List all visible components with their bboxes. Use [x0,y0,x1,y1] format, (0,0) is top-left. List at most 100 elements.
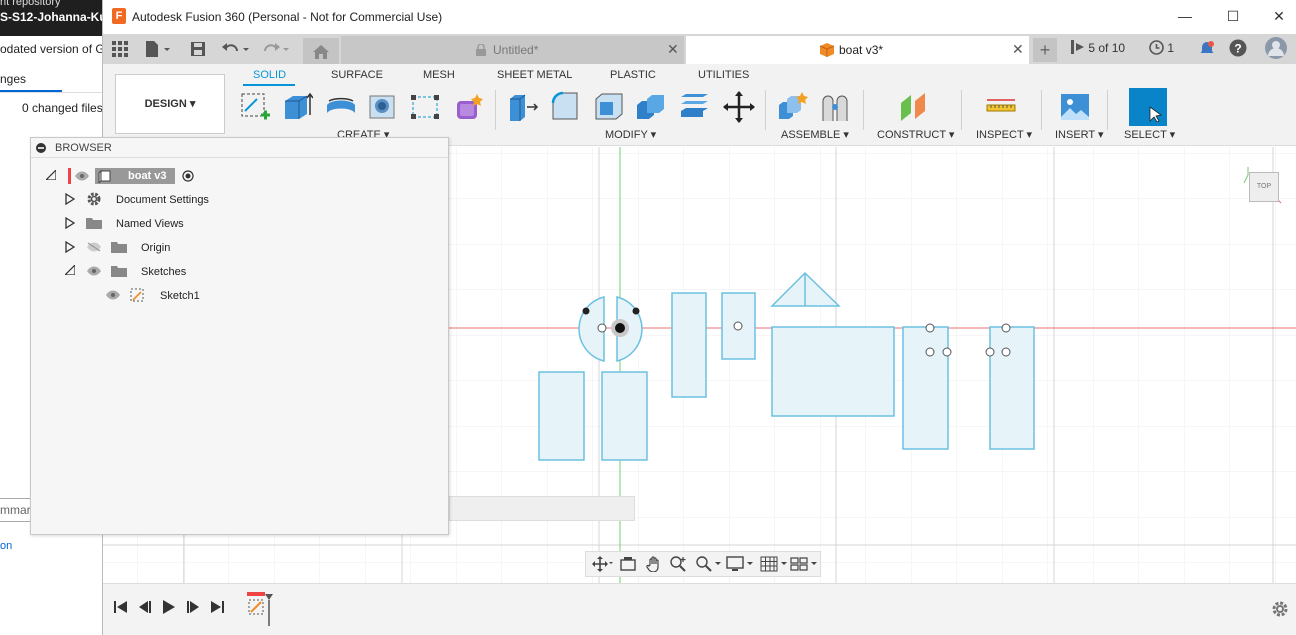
browser-item-origin[interactable]: Origin [31,237,448,259]
title-bar: F Autodesk Fusion 360 (Personal - Not fo… [103,0,1296,34]
folder-icon [111,242,127,253]
data-panel-grid-icon[interactable] [109,38,131,60]
viewports-icon[interactable] [790,556,820,572]
joint-icon[interactable] [819,91,851,123]
arc-center-point[interactable] [632,307,640,315]
timeline-settings-gear-icon[interactable] [1271,600,1289,618]
component-box-icon [820,43,834,57]
fillet-icon[interactable] [549,91,581,123]
gear-icon [87,192,101,206]
offset-plane-icon[interactable] [897,91,929,123]
insert-image-icon[interactable] [1059,91,1091,123]
new-tab-button[interactable]: + [1033,38,1057,62]
browser-item-sketches[interactable]: Sketches [31,261,448,283]
collapsed-triangle-icon[interactable] [65,193,75,205]
activate-radio-icon[interactable] [182,170,194,182]
split-body-icon[interactable] [679,91,711,123]
background-app-changes-tab[interactable]: nges [0,64,62,92]
move-copy-icon[interactable] [723,91,755,123]
assemble-group-label[interactable]: ASSEMBLE ▾ [781,128,849,141]
revolve-icon[interactable] [325,91,357,123]
view-cube[interactable]: TOP [1249,172,1279,202]
tab-utilities[interactable]: UTILITIES [698,69,749,81]
browser-item-document-settings[interactable]: Document Settings [31,189,448,211]
workspace-design-button[interactable]: DESIGN ▾ [115,74,225,134]
browser-header: BROWSER [31,138,448,158]
hidden-eye-icon[interactable] [86,242,102,252]
job-status[interactable]: 5 of 10 [1071,40,1125,55]
background-app-changed-files: 0 changed files [22,101,103,115]
minimize-button[interactable]: — [1175,8,1195,26]
shell-icon[interactable] [593,91,625,123]
pattern-icon[interactable] [409,91,441,123]
undo-icon[interactable] [219,38,253,60]
sketches-label: Sketches [141,266,187,278]
grid-settings-icon[interactable] [760,556,790,572]
new-component-icon[interactable] [777,91,809,123]
user-avatar-icon[interactable] [1265,37,1287,59]
tab-untitled-close-icon[interactable]: ✕ [667,41,679,58]
timeline-sketch-feature-icon[interactable] [245,590,275,626]
timeline-previous-icon[interactable] [137,600,153,614]
select-group-label[interactable]: SELECT ▾ [1124,128,1175,141]
look-at-icon[interactable] [620,556,636,572]
visibility-eye-icon[interactable] [86,266,102,276]
zoom-icon[interactable] [670,556,688,572]
modify-group-label[interactable]: MODIFY ▾ [605,128,656,141]
visibility-eye-icon[interactable] [74,171,90,181]
close-window-button[interactable]: ✕ [1269,8,1289,26]
timeline-play-icon[interactable] [161,599,177,615]
notifications[interactable]: 1 [1149,40,1174,55]
folder-icon [111,266,127,277]
collapsed-triangle-icon[interactable] [65,241,75,253]
background-app-divider [0,92,110,93]
timeline-next-icon[interactable] [185,600,201,614]
arc-center-point[interactable] [582,307,590,315]
visibility-eye-icon[interactable] [105,290,121,300]
orbit-icon[interactable] [592,556,614,572]
tab-mesh[interactable]: MESH [423,69,455,81]
home-tab[interactable] [303,38,339,64]
hole-icon[interactable] [367,91,399,123]
press-pull-icon[interactable] [507,91,539,123]
extrude-icon[interactable] [281,91,313,123]
display-settings-icon[interactable] [726,556,756,572]
tab-untitled[interactable]: Untitled* ✕ [341,36,684,64]
browser-item-sketch1[interactable]: Sketch1 [31,285,448,307]
timeline-first-icon[interactable] [113,600,129,614]
tab-boat-v3-close-icon[interactable]: ✕ [1012,41,1024,58]
collapse-panel-icon[interactable] [36,143,46,153]
sketch-icon [130,288,144,302]
maximize-button[interactable]: ☐ [1223,8,1243,26]
file-menu-icon[interactable] [143,38,173,60]
collapsed-triangle-icon[interactable] [65,217,75,229]
select-button[interactable] [1129,88,1167,126]
browser-item-named-views[interactable]: Named Views [31,213,448,235]
tab-sheet-metal[interactable]: SHEET METAL [497,69,572,81]
save-icon[interactable] [187,38,209,60]
create-form-icon[interactable] [453,91,485,123]
background-app-commit-text[interactable]: on [0,540,12,552]
help-icon[interactable]: ? [1229,39,1247,57]
insert-group-label[interactable]: INSERT ▾ [1055,128,1104,141]
tab-surface[interactable]: SURFACE [331,69,383,81]
redo-icon[interactable] [259,38,293,60]
active-marker [68,168,71,184]
inspect-group-label[interactable]: INSPECT ▾ [976,128,1032,141]
expanded-triangle-icon[interactable] [46,170,56,180]
tab-plastic[interactable]: PLASTIC [610,69,656,81]
tab-solid[interactable]: SOLID [253,69,286,81]
create-sketch-icon[interactable] [239,91,271,123]
pan-hand-icon[interactable] [646,556,662,572]
zoom-window-icon[interactable] [696,556,722,572]
tab-boat-v3[interactable]: boat v3* ✕ [686,36,1029,64]
browser-root-boat-v3[interactable]: boat v3 [31,165,448,187]
tab-solid-underline [243,84,295,86]
bell-notification-icon[interactable] [1199,40,1215,56]
combine-icon[interactable] [635,91,667,123]
construct-group-label[interactable]: CONSTRUCT ▾ [877,128,954,141]
expanded-triangle-icon[interactable] [65,265,75,275]
measure-icon[interactable] [985,91,1017,123]
timeline-last-icon[interactable] [209,600,225,614]
origin-point[interactable] [615,323,625,333]
